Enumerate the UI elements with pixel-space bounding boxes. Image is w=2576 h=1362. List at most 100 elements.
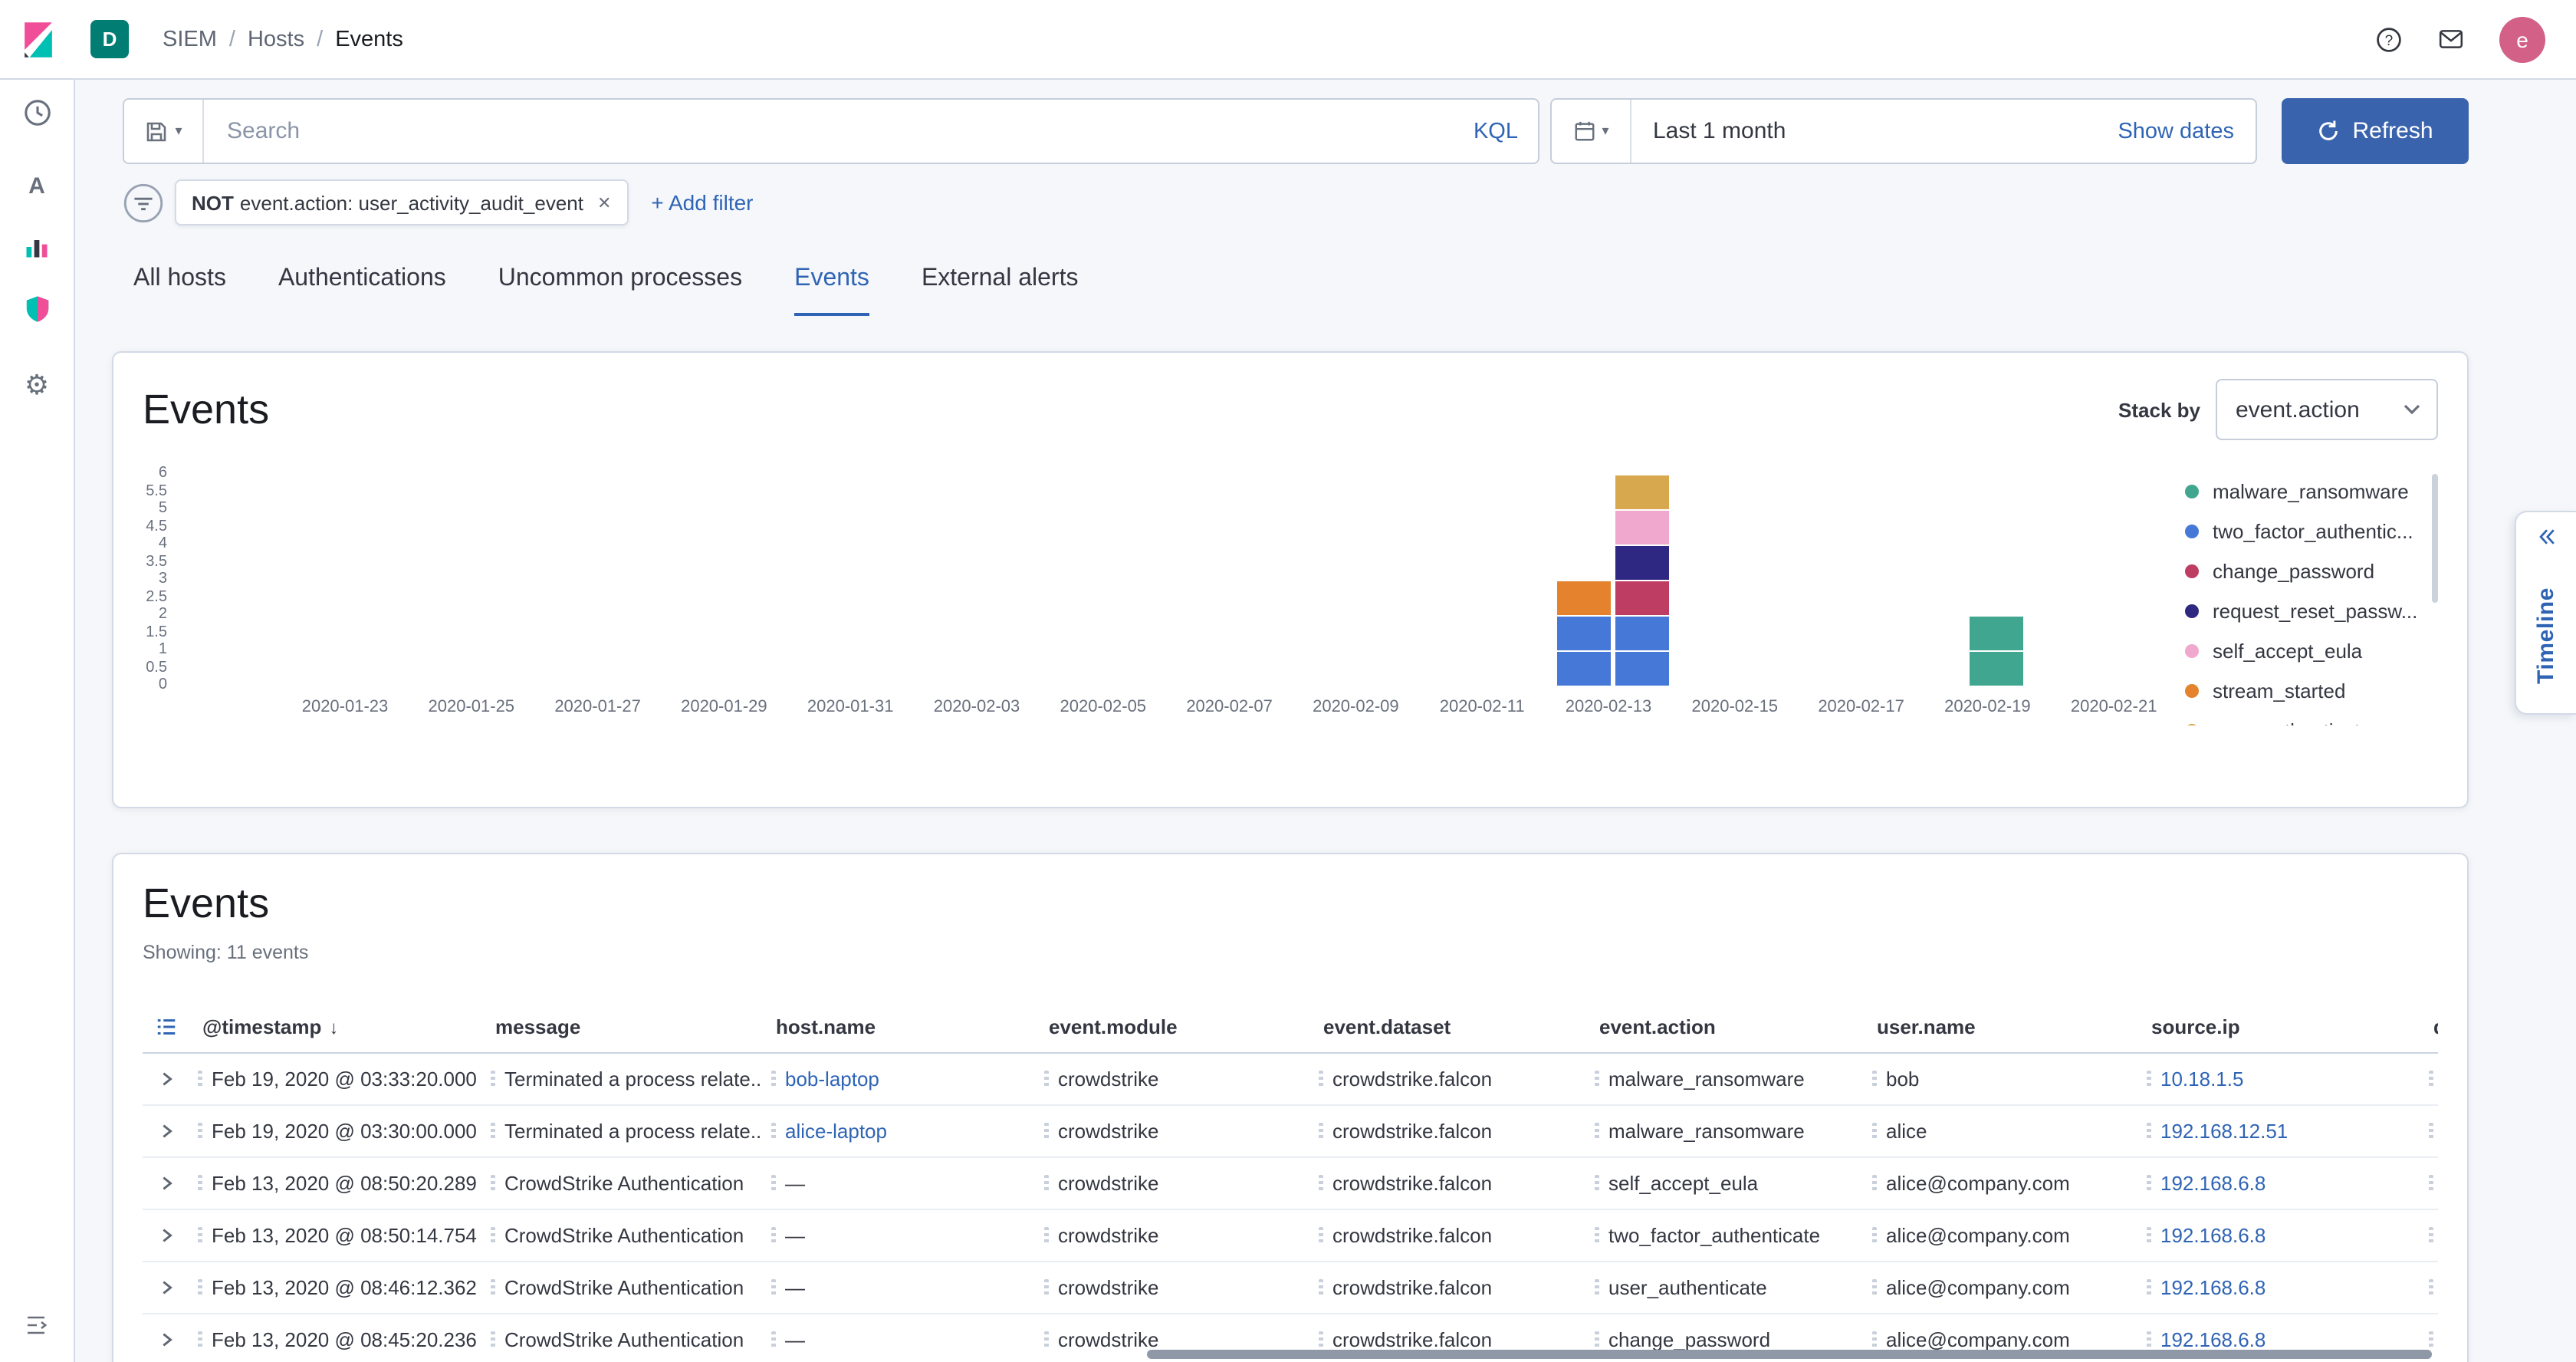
refresh-button[interactable]: Refresh [2282, 98, 2469, 164]
drag-handle-icon[interactable] [1872, 1331, 1877, 1349]
cell-value[interactable]: alice-laptop [785, 1120, 887, 1143]
column-header-event-dataset[interactable]: event.dataset [1309, 1015, 1585, 1038]
expand-row-button[interactable] [143, 1071, 189, 1087]
drag-handle-icon[interactable] [198, 1122, 202, 1140]
expand-row-button[interactable] [143, 1331, 189, 1348]
legend-item[interactable]: self_accept_eula [2185, 630, 2438, 670]
legend-item[interactable]: change_password [2185, 551, 2438, 591]
kibana-logo[interactable] [0, 0, 75, 78]
drag-handle-icon[interactable] [2429, 1174, 2433, 1193]
breadcrumb-item[interactable]: SIEM [163, 27, 217, 51]
legend-item[interactable]: two_factor_authentic... [2185, 511, 2438, 551]
column-header-source-ip[interactable]: source.ip [2137, 1015, 2420, 1038]
stack-by-select[interactable]: event.action [2216, 379, 2438, 440]
drag-handle-icon[interactable] [1044, 1122, 1049, 1140]
drag-handle-icon[interactable] [491, 1226, 495, 1245]
chart-bar[interactable] [1558, 581, 1612, 686]
expand-row-button[interactable] [143, 1279, 189, 1296]
drag-handle-icon[interactable] [1872, 1226, 1877, 1245]
chart-bar[interactable] [1615, 475, 1669, 686]
cell-value[interactable]: 192.168.12.51 [2160, 1120, 2288, 1143]
deployment-badge[interactable]: D [90, 20, 129, 58]
drag-handle-icon[interactable] [491, 1278, 495, 1297]
cell-value[interactable]: 192.168.6.8 [2160, 1224, 2266, 1247]
cell-value[interactable]: 10.18.1.5 [2160, 1068, 2243, 1091]
drag-handle-icon[interactable] [198, 1278, 202, 1297]
chart-bar[interactable] [1970, 617, 2023, 686]
newsfeed-button[interactable] [2436, 26, 2466, 52]
cell-value[interactable]: 192.168.6.8 [2160, 1328, 2266, 1351]
add-filter-link[interactable]: + Add filter [651, 190, 753, 215]
drag-handle-icon[interactable] [771, 1122, 776, 1140]
filter-options-button[interactable] [123, 182, 164, 223]
drag-handle-icon[interactable] [1595, 1226, 1599, 1245]
legend-scrollbar[interactable] [2432, 474, 2438, 603]
column-header--timestamp[interactable]: @timestamp↓ [189, 1015, 481, 1038]
column-header-user-name[interactable]: user.name [1863, 1015, 2137, 1038]
drag-handle-icon[interactable] [2429, 1278, 2433, 1297]
column-header-host-name[interactable]: host.name [762, 1015, 1035, 1038]
drag-handle-icon[interactable] [1044, 1278, 1049, 1297]
drag-handle-icon[interactable] [771, 1278, 776, 1297]
drag-handle-icon[interactable] [491, 1122, 495, 1140]
saved-query-button[interactable]: ▾ [124, 100, 204, 163]
drag-handle-icon[interactable] [2147, 1174, 2151, 1193]
breadcrumb-item[interactable]: Hosts [248, 27, 304, 51]
drag-handle-icon[interactable] [2429, 1122, 2433, 1140]
drag-handle-icon[interactable] [1872, 1174, 1877, 1193]
drag-handle-icon[interactable] [1595, 1174, 1599, 1193]
legend-item[interactable]: user_authenticate [2185, 710, 2438, 725]
drag-handle-icon[interactable] [2147, 1070, 2151, 1088]
expand-row-button[interactable] [143, 1175, 189, 1192]
date-range-value[interactable]: Last 1 month [1631, 118, 1786, 144]
cell-value[interactable]: bob-laptop [785, 1068, 879, 1091]
kql-button[interactable]: KQL [1474, 119, 1518, 143]
help-button[interactable]: ? [2375, 25, 2403, 53]
expand-row-button[interactable] [143, 1123, 189, 1140]
drag-handle-icon[interactable] [1319, 1070, 1323, 1088]
drag-handle-icon[interactable] [2147, 1278, 2151, 1297]
drag-handle-icon[interactable] [491, 1174, 495, 1193]
drag-handle-icon[interactable] [2147, 1331, 2151, 1349]
filter-pill[interactable]: NOT event.action: user_activity_audit_ev… [175, 179, 628, 225]
drag-handle-icon[interactable] [198, 1174, 202, 1193]
column-header-des[interactable]: des [2420, 1015, 2438, 1038]
drag-handle-icon[interactable] [198, 1226, 202, 1245]
legend-item[interactable]: request_reset_passw... [2185, 591, 2438, 630]
drag-handle-icon[interactable] [2147, 1122, 2151, 1140]
cell-value[interactable]: 192.168.6.8 [2160, 1276, 2266, 1299]
drag-handle-icon[interactable] [1595, 1331, 1599, 1349]
tab-all-hosts[interactable]: All hosts [133, 265, 226, 316]
legend-item[interactable]: stream_started [2185, 670, 2438, 710]
drag-handle-icon[interactable] [2429, 1226, 2433, 1245]
column-header-event-module[interactable]: event.module [1035, 1015, 1309, 1038]
show-dates-link[interactable]: Show dates [2118, 119, 2256, 143]
drag-handle-icon[interactable] [1595, 1278, 1599, 1297]
timeline-flyout-toggle[interactable]: Timeline [2515, 511, 2576, 715]
tab-uncommon-processes[interactable]: Uncommon processes [498, 265, 742, 316]
drag-handle-icon[interactable] [491, 1331, 495, 1349]
drag-handle-icon[interactable] [491, 1070, 495, 1088]
drag-handle-icon[interactable] [771, 1174, 776, 1193]
tab-authentications[interactable]: Authentications [278, 265, 446, 316]
collapse-nav-button[interactable] [12, 1301, 61, 1350]
drag-handle-icon[interactable] [198, 1070, 202, 1088]
legend-item[interactable]: malware_ransomware [2185, 471, 2438, 511]
drag-handle-icon[interactable] [1319, 1331, 1323, 1349]
nav-management-button[interactable]: ⚙ [12, 360, 61, 410]
nav-visualize-button[interactable] [12, 222, 61, 271]
column-header-message[interactable]: message [481, 1015, 762, 1038]
column-header-event-action[interactable]: event.action [1585, 1015, 1863, 1038]
drag-handle-icon[interactable] [771, 1070, 776, 1088]
tab-events[interactable]: Events [794, 265, 869, 316]
avatar[interactable]: e [2499, 16, 2545, 62]
remove-filter-icon[interactable]: ✕ [597, 192, 611, 212]
drag-handle-icon[interactable] [1595, 1122, 1599, 1140]
drag-handle-icon[interactable] [1319, 1174, 1323, 1193]
drag-handle-icon[interactable] [198, 1331, 202, 1349]
drag-handle-icon[interactable] [2147, 1226, 2151, 1245]
nav-app-a-button[interactable]: A [12, 161, 61, 210]
columns-selector-button[interactable] [143, 1015, 189, 1038]
drag-handle-icon[interactable] [1872, 1070, 1877, 1088]
horizontal-scrollbar[interactable] [1147, 1350, 2432, 1359]
